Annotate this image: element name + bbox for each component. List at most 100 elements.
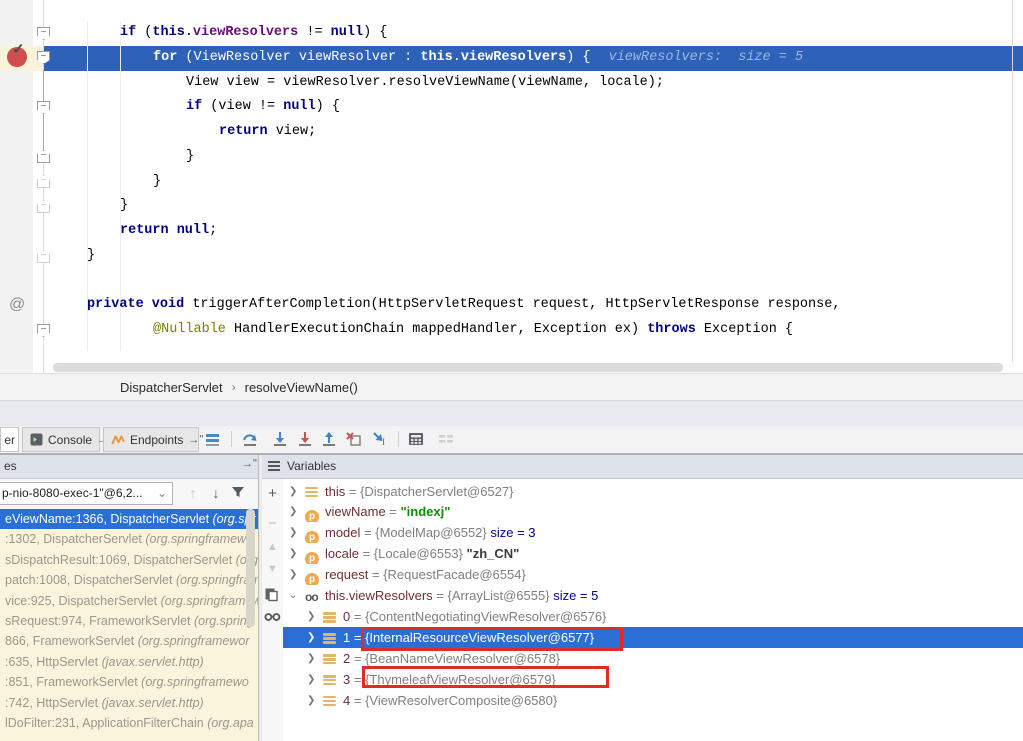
chevron-collapsed-icon[interactable]: ❯ [307,606,315,627]
variables-panel-title: Variables [287,459,336,473]
svg-text:I: I [382,437,385,447]
editor-horizontal-scrollbar[interactable] [53,363,1003,372]
chevron-collapsed-icon[interactable]: ❯ [307,648,315,669]
debug-window-header-strip [0,400,1023,426]
value-icon [305,484,318,502]
variable-row[interactable]: ❯4 = {ViewResolverComposite@6580} [283,690,1023,711]
stack-frame-row[interactable]: :635, HttpServlet (javax.servlet.http) [0,652,258,672]
frames-scrollbar[interactable] [246,509,255,627]
frame-location: :851, FrameworkServlet [5,675,141,689]
remove-watch-icon[interactable]: − [264,515,281,532]
code-line: private void triggerAfterCompletion(Http… [87,293,840,318]
watch-glasses-icon: oo [305,586,318,606]
variable-row[interactable]: ❯pviewName = "indexj" [283,501,1023,522]
chevron-collapsed-icon[interactable]: ❯ [307,690,315,711]
chevron-collapsed-icon[interactable]: ❯ [289,543,297,564]
variable-value: {ViewResolverComposite@6580} [365,693,557,708]
variable-value: {RequestFacade@6554} [383,567,526,582]
chevron-expanded-icon[interactable]: ⌄ [289,585,297,606]
duplicate-watch-icon[interactable] [264,587,281,604]
tab-console[interactable]: Console →ʺ [22,427,100,452]
value-icon [323,630,336,648]
variable-row[interactable]: ❯plocale = {Locale@6553} "zh_CN" [283,543,1023,564]
variable-value: size = 5 [553,588,598,603]
force-step-into-icon[interactable] [296,430,314,448]
code-line: } [87,244,95,269]
chevron-collapsed-icon[interactable]: ❯ [289,501,297,522]
frame-package: (org.springframew [161,594,258,608]
stack-frame-row[interactable]: lDoFilter:231, ApplicationFilterChain (o… [0,713,258,733]
variable-row[interactable]: ❯0 = {ContentNegotiatingViewResolver@657… [283,606,1023,627]
stack-frame-row[interactable]: sDispatchResult:1069, DispatcherServlet … [0,550,258,570]
frame-location: lDoFilter:231, ApplicationFilterChain [5,716,207,730]
step-out-icon[interactable] [320,430,338,448]
step-into-icon[interactable] [271,430,289,448]
tab-endpoints[interactable]: Endpoints →ʺ [103,427,199,452]
variable-value: {BeanNameViewResolver@6578} [365,651,560,666]
stack-frame-row[interactable]: vice:925, DispatcherServlet (org.springf… [0,591,258,611]
variable-value: {DispatcherServlet@6527} [360,484,513,499]
evaluate-expression-icon[interactable] [407,430,425,448]
move-up-icon[interactable]: ▲ [264,541,281,558]
breadcrumb-method[interactable]: resolveViewName() [245,380,358,395]
variable-row[interactable]: ❯this = {DispatcherServlet@6527} [283,481,1023,502]
ide-debug-screen: ✓ @ −−−−−−−− if (this.viewResolvers != n… [0,0,1023,741]
value-icon [323,609,336,627]
variable-name: viewName [325,504,386,519]
code-lines: if (this.viewResolvers != null) {for (Vi… [0,0,1023,373]
endpoints-icon [111,433,125,446]
watches-glasses-icon[interactable] [264,610,281,627]
panel-menu-icon[interactable] [268,459,280,473]
code-editor[interactable]: ✓ @ −−−−−−−− if (this.viewResolvers != n… [0,0,1023,373]
variable-row[interactable]: ❯pmodel = {ModelMap@6552} size = 3 [283,522,1023,543]
stack-frame-row[interactable]: patch:1008, DispatcherServlet (org.sprin… [0,570,258,590]
console-icon [30,433,43,446]
stack-frame-row[interactable]: 866, FrameworkServlet (org.springframewo… [0,631,258,651]
breadcrumb-class[interactable]: DispatcherServlet [120,380,223,395]
chevron-collapsed-icon[interactable]: ❯ [289,564,297,585]
frame-location: :635, HttpServlet [5,655,102,669]
code-line: } [120,194,128,219]
stack-frame-row[interactable]: :851, FrameworkServlet (org.springframew… [0,672,258,692]
red-highlight-box [362,666,609,688]
move-down-icon[interactable]: ▼ [264,563,281,580]
frame-location: sRequest:974, FrameworkServlet [5,614,194,628]
stack-frame-row[interactable]: eViewName:1366, DispatcherServlet (org.s… [0,509,258,529]
add-watch-icon[interactable]: + [264,485,281,502]
value-icon [323,693,336,711]
layout-settings-icon[interactable] [437,430,455,448]
code-line: View view = viewResolver.resolveViewName… [186,71,664,96]
frame-package: (javax.servlet.http) [102,696,204,710]
code-line: return null; [120,219,217,244]
variable-row[interactable]: ⌄oothis.viewResolvers = {ArrayList@6555}… [283,585,1023,606]
stack-frame-row[interactable]: sRequest:974, FrameworkServlet (org.spri… [0,611,258,631]
stack-frame-row[interactable]: :1302, DispatcherServlet (org.springfram… [0,529,258,549]
chevron-collapsed-icon[interactable]: ❯ [307,627,315,648]
move-up-icon[interactable]: ↑ [184,484,202,502]
debug-toolbar: er Console →ʺ Endpoints →ʺ [0,426,1023,453]
frame-location: 866, FrameworkServlet [5,634,138,648]
filter-icon[interactable] [230,484,248,502]
panel-pin-icon[interactable]: →ʺ [242,458,257,470]
code-line: if (view != null) { [186,95,340,120]
frame-package: (org.springframewor [138,634,250,648]
move-down-icon[interactable]: ↓ [207,484,225,502]
variable-value: size = 3 [490,525,535,540]
threads-view-icon[interactable] [204,430,222,448]
variable-row[interactable]: ❯prequest = {RequestFacade@6554} [283,564,1023,585]
chevron-collapsed-icon[interactable]: ❯ [289,522,297,543]
variables-toolbar: + − ▲ ▼ [262,479,283,741]
drop-frame-icon[interactable] [345,430,363,448]
chevron-collapsed-icon[interactable]: ❯ [289,481,297,502]
chevron-collapsed-icon[interactable]: ❯ [307,669,315,690]
run-to-cursor-icon[interactable]: I [371,430,389,448]
tab-debugger-partial[interactable]: er [0,427,19,452]
variable-value: {Locale@6553} [374,546,467,561]
frames-list: eViewName:1366, DispatcherServlet (org.s… [0,509,258,741]
thread-selector-row: p-nio-8080-exec-1"@6,2... ⌄ ↑ ↓ [0,479,258,509]
stack-frame-row[interactable]: :742, HttpServlet (javax.servlet.http) [0,693,258,713]
thread-dropdown[interactable]: p-nio-8080-exec-1"@6,2... ⌄ [0,482,173,505]
step-over-icon[interactable] [241,430,259,448]
variable-value: "indexj" [401,504,451,519]
variables-tree: ❯this = {DispatcherServlet@6527}❯pviewNa… [283,479,1023,741]
